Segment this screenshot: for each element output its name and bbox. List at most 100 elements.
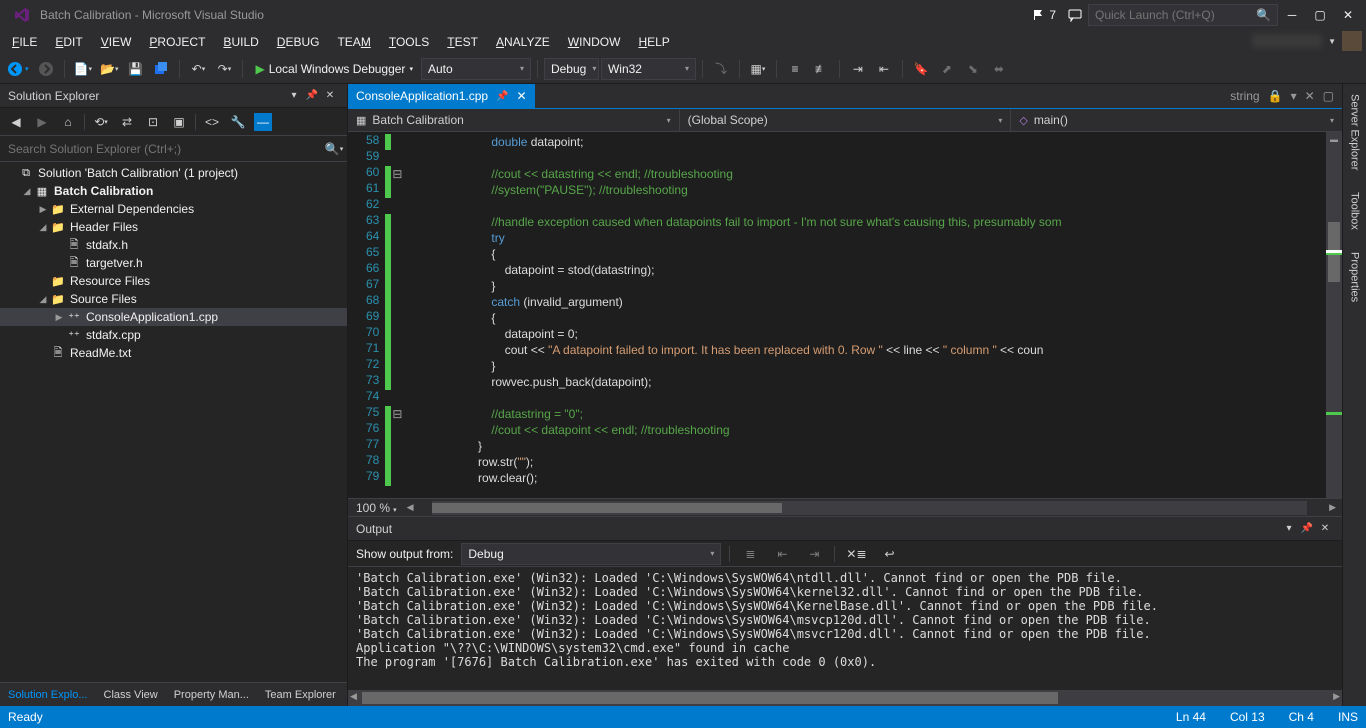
quick-launch-box[interactable]: 🔍 (1088, 4, 1278, 26)
bottom-tab-1[interactable]: Class View (96, 683, 166, 706)
nav-back-button[interactable]: ▾ (4, 57, 32, 81)
redo-button[interactable]: ↷▾ (212, 57, 236, 81)
quick-launch-input[interactable] (1095, 8, 1256, 22)
solution-tree[interactable]: ⧉Solution 'Batch Calibration' (1 project… (0, 162, 347, 682)
menu-build[interactable]: BUILD (215, 32, 266, 52)
nav-project-combo[interactable]: ▦Batch Calibration▾ (348, 109, 680, 131)
home-icon[interactable]: ⌂ (58, 112, 78, 132)
flag-notifications[interactable]: 7 (1033, 8, 1056, 22)
solution-explorer-search[interactable]: 🔍▾ (0, 136, 347, 162)
fold-gutter[interactable]: ⊟⊟ (391, 132, 403, 498)
pin-tab-icon[interactable]: 📌 (496, 91, 508, 102)
output-scroll-thumb[interactable] (362, 692, 1058, 704)
uncomment-button[interactable]: ≢ (809, 57, 833, 81)
menu-help[interactable]: HELP (630, 32, 677, 52)
prev-message-icon[interactable]: ⇤ (770, 542, 794, 566)
active-document-tab[interactable]: ConsoleApplication1.cpp 📌 ✕ (348, 84, 535, 108)
menu-team[interactable]: TEAM (329, 32, 378, 52)
prev-bookmark-button[interactable]: ⬈ (935, 57, 959, 81)
folder-source[interactable]: ◢📁Source Files (0, 290, 347, 308)
save-all-button[interactable] (149, 57, 173, 81)
file-ConsoleApplication1.cpp[interactable]: ▶⁺⁺ConsoleApplication1.cpp (0, 308, 347, 326)
scroll-left-icon[interactable]: ◀ (405, 502, 416, 513)
solution-config-combo[interactable]: Debug▾ (544, 58, 599, 80)
solution-platform-combo[interactable]: Auto▾ (421, 58, 531, 80)
output-source-combo[interactable]: Debug▾ (461, 543, 721, 565)
bottom-tab-2[interactable]: Property Man... (166, 683, 257, 706)
open-file-button[interactable]: 📂▾ (97, 57, 121, 81)
se-search-input[interactable] (0, 136, 321, 161)
menu-test[interactable]: TEST (439, 32, 486, 52)
vertical-scrollbar[interactable]: ▬ (1326, 132, 1342, 498)
clear-output-icon[interactable]: ✕≣ (843, 542, 869, 566)
solution-node[interactable]: ⧉Solution 'Batch Calibration' (1 project… (0, 164, 347, 182)
toggle-button-1[interactable]: ▦▾ (746, 57, 770, 81)
project-node[interactable]: ◢▦Batch Calibration (0, 182, 347, 200)
pin-icon[interactable]: 📌 (303, 87, 321, 105)
collapse-icon[interactable]: ⊡ (143, 112, 163, 132)
avatar[interactable] (1342, 31, 1362, 51)
file-stdafx.h[interactable]: 🗎stdafx.h (0, 236, 347, 254)
scroll-right-icon[interactable]: ▶ (1323, 502, 1342, 513)
search-icon[interactable]: 🔍▾ (321, 142, 347, 156)
bottom-tab-0[interactable]: Solution Explo... (0, 683, 96, 706)
output-close-icon[interactable]: ✕ (1316, 520, 1334, 538)
show-all-icon[interactable]: ▣ (169, 112, 189, 132)
zoom-level[interactable]: 100 % ▾ (348, 501, 405, 515)
close-all-icon[interactable]: ✕ (1305, 89, 1315, 103)
solution-arch-combo[interactable]: Win32▾ (601, 58, 696, 80)
bookmark-button[interactable]: 🔖 (909, 57, 933, 81)
word-wrap-icon[interactable]: ↩ (878, 542, 902, 566)
split-icon[interactable]: ▬ (1326, 132, 1342, 146)
tab-dropdown-icon[interactable]: ▾ (1291, 89, 1297, 103)
horizontal-scrollbar[interactable] (432, 501, 1308, 515)
properties-icon[interactable]: 🔧 (228, 112, 248, 132)
nav-member-combo[interactable]: ◇main()▾ (1011, 109, 1342, 131)
menu-view[interactable]: VIEW (93, 32, 140, 52)
find-message-icon[interactable]: ≣ (738, 542, 762, 566)
sync-icon[interactable]: ⟲▾ (91, 112, 111, 132)
dock-tab-toolbox[interactable]: Toolbox (1347, 186, 1363, 236)
save-button[interactable]: 💾 (123, 57, 147, 81)
file-stdafx.cpp[interactable]: ⁺⁺stdafx.cpp (0, 326, 347, 344)
code-editor[interactable]: 5859606162636465666768697071727374757677… (348, 132, 1342, 498)
outdent-button[interactable]: ⇤ (872, 57, 896, 81)
close-tab-icon[interactable]: ✕ (517, 89, 527, 103)
file-readme[interactable]: 🗎ReadMe.txt (0, 344, 347, 362)
folder-resource[interactable]: 📁Resource Files (0, 272, 347, 290)
folder-external[interactable]: ▶📁External Dependencies (0, 200, 347, 218)
bottom-tab-3[interactable]: Team Explorer (257, 683, 344, 706)
minimize-button[interactable]: ─ (1278, 4, 1306, 26)
menu-tools[interactable]: TOOLS (381, 32, 437, 52)
menu-file[interactable]: FILE (4, 32, 45, 52)
menu-analyze[interactable]: ANALYZE (488, 32, 558, 52)
maximize-button[interactable]: ▢ (1306, 4, 1334, 26)
next-bookmark-button[interactable]: ⬊ (961, 57, 985, 81)
next-message-icon[interactable]: ⇥ (802, 542, 826, 566)
menu-window[interactable]: WINDOW (560, 32, 629, 52)
account-area[interactable]: ▼ (1252, 30, 1362, 52)
output-horizontal-scrollbar[interactable]: ◀ ▶ (348, 690, 1342, 706)
nav-scope-combo[interactable]: (Global Scope)▾ (680, 109, 1012, 131)
comment-button[interactable]: ≡ (783, 57, 807, 81)
file-targetver.h[interactable]: 🗎targetver.h (0, 254, 347, 272)
menu-debug[interactable]: DEBUG (269, 32, 328, 52)
start-debugging-button[interactable]: ▶Local Windows Debugger▾ (249, 62, 419, 76)
se-back-icon[interactable]: ◀ (6, 112, 26, 132)
folder-header[interactable]: ◢📁Header Files (0, 218, 347, 236)
panel-close-icon[interactable]: ✕ (321, 87, 339, 105)
code-text[interactable]: double datapoint; //cout << datastring <… (403, 132, 1326, 498)
close-button[interactable]: ✕ (1334, 4, 1362, 26)
output-text[interactable]: 'Batch Calibration.exe' (Win32): Loaded … (348, 567, 1342, 690)
refresh-icon[interactable]: ⇄ (117, 112, 137, 132)
output-dropdown-icon[interactable]: ▾ (1280, 520, 1298, 538)
panel-dropdown-icon[interactable]: ▾ (285, 87, 303, 105)
indent-button[interactable]: ⇥ (846, 57, 870, 81)
code-icon[interactable]: <> (202, 112, 222, 132)
nav-forward-button[interactable] (34, 57, 58, 81)
dock-tab-server-explorer[interactable]: Server Explorer (1347, 88, 1363, 176)
maximize-editor-icon[interactable]: ▢ (1323, 89, 1334, 103)
menu-edit[interactable]: EDIT (47, 32, 90, 52)
new-project-button[interactable]: 📄▾ (71, 57, 95, 81)
output-pin-icon[interactable]: 📌 (1298, 520, 1316, 538)
